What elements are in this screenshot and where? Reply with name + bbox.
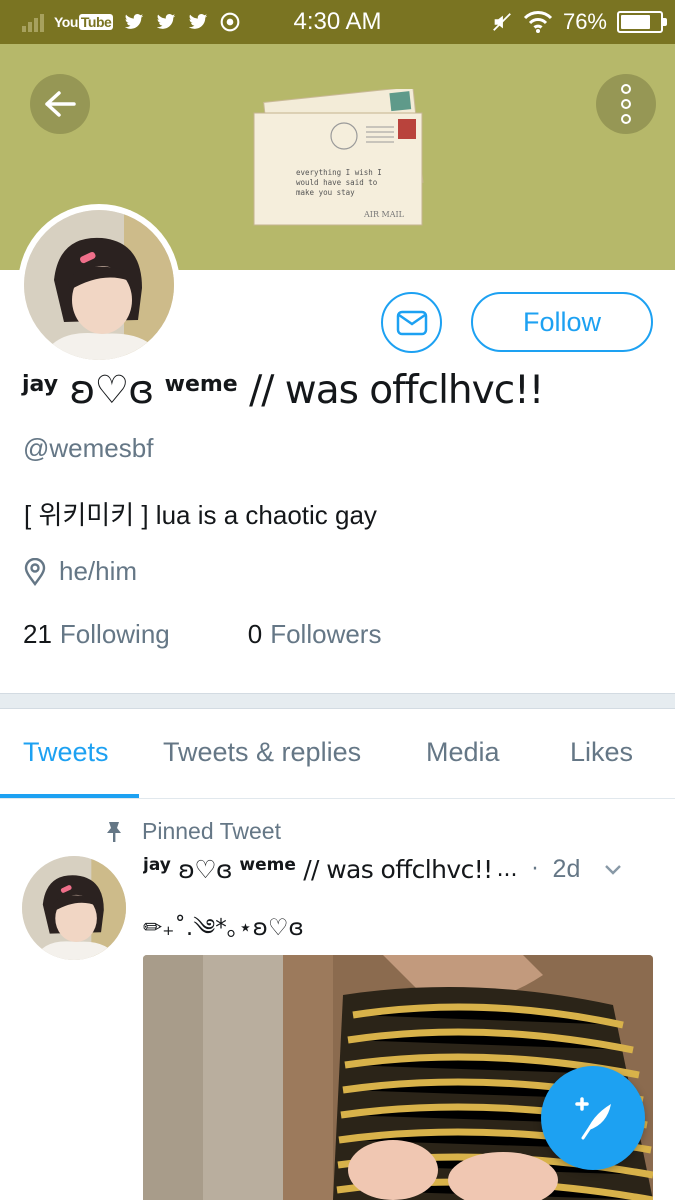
- profile-location: he/him: [23, 556, 137, 587]
- profile-handle: @wemesbf: [23, 433, 154, 463]
- author-ellipsis: ...: [496, 857, 518, 882]
- profile-avatar[interactable]: [18, 204, 180, 366]
- status-right: 76%: [491, 9, 667, 35]
- back-arrow-icon: [45, 91, 76, 117]
- followers-stat[interactable]: 0 Followers: [248, 619, 382, 650]
- follow-stats: 21 Following 0 Followers: [23, 619, 381, 650]
- tweet-separator: ·: [531, 857, 539, 882]
- pin-icon: [107, 821, 121, 842]
- following-count: 21: [23, 619, 52, 649]
- tweet-author-avatar[interactable]: [22, 856, 126, 960]
- compose-quill-icon: [575, 1097, 611, 1140]
- message-button[interactable]: [381, 292, 442, 353]
- battery-percent: 76%: [562, 9, 607, 34]
- envelope-image: everything I wish I would have said to m…: [253, 89, 424, 226]
- tab-tweets[interactable]: Tweets: [23, 737, 109, 768]
- name-prefix: jay: [22, 372, 59, 397]
- pinned-label: Pinned Tweet: [142, 818, 281, 844]
- more-dot-icon: [621, 114, 631, 124]
- name-middle: weme: [164, 372, 238, 397]
- mute-icon: [493, 13, 511, 31]
- author-symbol: ʚ♡ɞ: [170, 855, 240, 884]
- author-prefix: jay: [143, 855, 171, 875]
- follow-button[interactable]: Follow: [471, 292, 653, 352]
- more-dot-icon: [621, 99, 631, 109]
- followers-count: 0: [247, 619, 263, 649]
- tab-likes[interactable]: Likes: [570, 737, 633, 768]
- status-bar: You Tube 4:30 AM 76%: [0, 0, 675, 44]
- profile-bio: [ 위키미키 ] lua is a chaotic gay: [24, 500, 377, 530]
- more-options-button[interactable]: [596, 74, 656, 134]
- author-middle: weme: [239, 855, 296, 875]
- envelope-text-2: would have said to: [296, 178, 378, 187]
- following-stat[interactable]: 21 Following: [23, 619, 170, 650]
- name-symbol: ʚ♡ɞ: [58, 368, 165, 413]
- name-suffix: // was offclhvc!!: [237, 368, 544, 413]
- tweet-header: jay ʚ♡ɞ weme // was offclhvc!! ... · 2d: [143, 855, 658, 884]
- avatar-photo: [24, 210, 174, 360]
- envelope-text-1: everything I wish I: [296, 168, 382, 177]
- tab-media[interactable]: Media: [426, 737, 500, 768]
- wifi-icon: [523, 11, 553, 33]
- profile-tabs: Tweets Tweets & replies Media Likes: [0, 709, 675, 799]
- tab-tweets-replies[interactable]: Tweets & replies: [163, 737, 361, 768]
- envelope-icon: [396, 310, 427, 335]
- chevron-down-icon[interactable]: [604, 864, 622, 876]
- following-label: Following: [59, 619, 170, 649]
- envelope-airmail: AIR MAIL: [363, 210, 405, 219]
- tweet-author-name[interactable]: jay ʚ♡ɞ weme // was offclhvc!!: [143, 855, 493, 884]
- envelope-text-3: make you stay: [296, 188, 355, 197]
- profile-name: jay ʚ♡ɞ weme // was offclhvc!!: [22, 368, 662, 413]
- back-button[interactable]: [30, 74, 90, 134]
- battery-icon: [617, 11, 667, 33]
- active-tab-indicator: [0, 794, 139, 798]
- compose-tweet-button[interactable]: [541, 1066, 645, 1170]
- avatar-photo-small: [22, 856, 126, 960]
- section-divider: [0, 693, 675, 709]
- more-dot-icon: [621, 84, 631, 94]
- location-pin-icon: [24, 557, 46, 586]
- followers-label: Followers: [270, 619, 382, 649]
- tweet-timestamp: 2d: [552, 855, 581, 883]
- location-text: he/him: [59, 556, 138, 586]
- author-suffix: // was offclhvc!!: [295, 855, 493, 884]
- pinned-tweet-label-row: Pinned Tweet: [104, 818, 281, 845]
